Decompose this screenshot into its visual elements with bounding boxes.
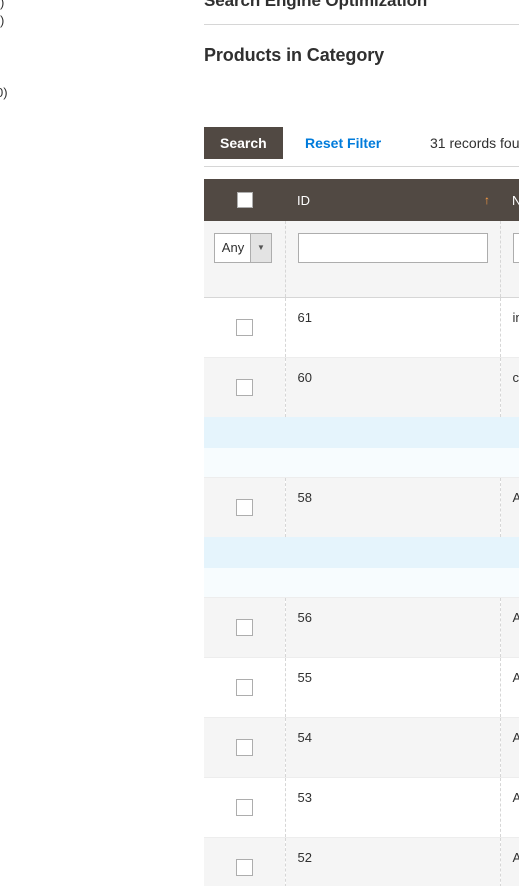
cell-id: 58	[285, 477, 501, 538]
row-select-cell[interactable]	[204, 537, 286, 598]
row-select-cell[interactable]	[204, 477, 286, 538]
sort-ascending-icon: ↑	[484, 193, 490, 207]
name-filter-input[interactable]	[512, 233, 519, 263]
column-header-id-label: ID	[297, 192, 310, 208]
search-button[interactable]: Search	[204, 127, 283, 159]
cell-id: 56	[285, 597, 501, 658]
table-row[interactable]: 52 A	[204, 837, 519, 886]
grid-scroll-container: ID ↑ N Any ▼ 61 i 60 c 59 A 58 A 57 A 56…	[204, 179, 519, 886]
row-select-cell[interactable]	[204, 777, 286, 838]
cell-id: 60	[285, 357, 501, 418]
row-select-cell[interactable]	[204, 597, 286, 658]
cell-id: 59	[285, 417, 501, 478]
table-row[interactable]: 60 c	[204, 357, 519, 418]
divider-toolbar-bottom	[204, 166, 519, 167]
main-content: Search Engine Optimization Products in C…	[195, 0, 519, 886]
column-header-name-label: N	[512, 192, 519, 208]
cell-id: 54	[285, 717, 501, 778]
products-grid: ID ↑ N Any ▼ 61 i 60 c 59 A 58 A 57 A 56…	[204, 179, 519, 886]
divider-top	[204, 24, 519, 25]
row-checkbox[interactable]	[235, 738, 253, 756]
cell-name: A	[500, 837, 519, 886]
id-filter-input[interactable]	[297, 233, 488, 263]
column-header-id[interactable]: ID ↑	[285, 179, 500, 221]
table-row[interactable]: 59 A	[204, 417, 519, 478]
sidebar-fragment-1: )	[0, 13, 5, 28]
row-checkbox[interactable]	[235, 318, 253, 336]
row-checkbox[interactable]	[235, 378, 253, 396]
filter-cell-id	[285, 221, 501, 298]
cell-name: A	[500, 537, 519, 598]
table-row[interactable]: 53 A	[204, 777, 519, 838]
sidebar-clipped-region: )) 0)	[0, 0, 195, 886]
row-checkbox[interactable]	[235, 678, 253, 696]
cell-id: 53	[285, 777, 501, 838]
table-row[interactable]: 56 A	[204, 597, 519, 658]
chevron-down-icon[interactable]: ▼	[250, 234, 271, 262]
cell-id: 52	[285, 837, 501, 886]
checkbox-filter-value: Any	[221, 240, 245, 255]
row-select-cell[interactable]	[204, 837, 286, 886]
select-all-checkbox[interactable]	[236, 192, 253, 209]
table-row[interactable]: 57 A	[204, 537, 519, 598]
cell-name: in	[500, 297, 519, 358]
grid-header-row: ID ↑ N	[204, 179, 519, 221]
sidebar-fragment-2: 0)	[0, 85, 8, 100]
row-select-cell[interactable]	[204, 297, 286, 358]
grid-toolbar: Search Reset Filter 31 records fou	[204, 127, 519, 159]
cell-name: c	[500, 357, 519, 418]
grid-filter-section: Any ▼	[204, 221, 519, 298]
row-select-cell[interactable]	[204, 717, 286, 778]
section-title-seo: Search Engine Optimization	[204, 0, 428, 10]
records-found-label: 31 records fou	[430, 135, 519, 151]
cell-name: A	[500, 777, 519, 838]
cell-name: A	[500, 717, 519, 778]
table-row[interactable]: 58 A	[204, 477, 519, 538]
row-checkbox[interactable]	[235, 798, 253, 816]
row-select-cell[interactable]	[204, 657, 286, 718]
table-row[interactable]: 54 A	[204, 717, 519, 778]
grid-header: ID ↑ N	[204, 179, 519, 221]
filter-cell-name	[500, 221, 519, 298]
table-row[interactable]: 61in	[204, 297, 519, 358]
row-select-cell[interactable]	[204, 357, 286, 418]
cell-name: A	[500, 417, 519, 478]
row-checkbox[interactable]	[235, 858, 253, 876]
grid-body: 61in60c59A58A57A56A55A54A53A52A	[204, 297, 519, 886]
cell-name: A	[500, 657, 519, 718]
filter-cell-checkbox: Any ▼	[204, 221, 286, 298]
page-title: Products in Category	[204, 45, 385, 65]
reset-filter-link[interactable]: Reset Filter	[305, 127, 381, 159]
cell-name: A	[500, 477, 519, 538]
cell-id: 61	[285, 297, 501, 358]
row-checkbox[interactable]	[235, 618, 253, 636]
row-checkbox[interactable]	[235, 558, 253, 576]
row-checkbox[interactable]	[235, 438, 253, 456]
admin-product-grid-page: )) 0) Search Engine Optimization Products…	[0, 0, 519, 886]
cell-id: 57	[285, 537, 501, 598]
sidebar-fragment-0: )	[0, 0, 5, 10]
row-checkbox[interactable]	[235, 498, 253, 516]
column-header-select-all[interactable]	[204, 179, 285, 221]
checkbox-filter-select[interactable]: Any ▼	[214, 233, 272, 263]
cell-id: 55	[285, 657, 501, 718]
grid-filter-row: Any ▼	[204, 221, 519, 298]
cell-name: A	[500, 597, 519, 658]
column-header-name[interactable]: N	[500, 179, 519, 221]
row-select-cell[interactable]	[204, 417, 286, 478]
table-row[interactable]: 55 A	[204, 657, 519, 718]
